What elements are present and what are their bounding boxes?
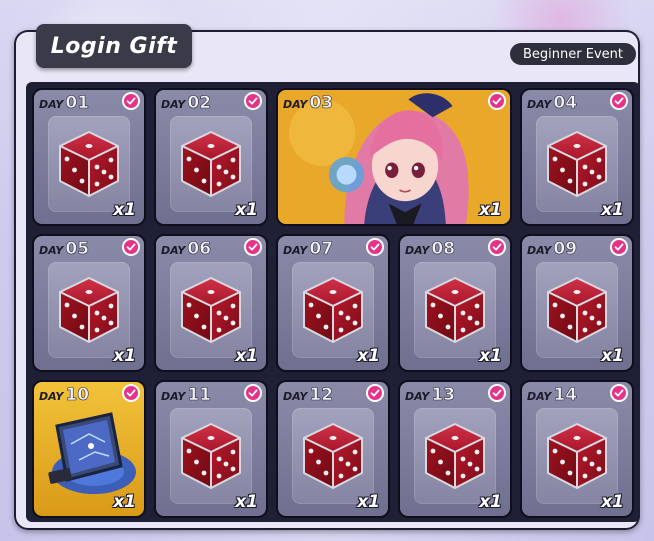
day-number: 10	[65, 385, 90, 406]
day-label: DAY 04	[527, 93, 578, 114]
day-word: DAY	[283, 244, 308, 257]
claimed-check-icon	[488, 238, 506, 256]
reward-quantity: x1	[235, 346, 258, 366]
day-label: DAY 13	[405, 385, 456, 406]
reward-quantity: x1	[601, 200, 624, 220]
claimed-check-icon	[610, 238, 628, 256]
reward-quantity: x1	[357, 346, 380, 366]
day-number: 05	[65, 239, 90, 260]
day-label: DAY 03	[283, 93, 334, 114]
day-word: DAY	[527, 98, 552, 111]
reward-quantity: x1	[113, 492, 136, 512]
day-label: DAY 12	[283, 385, 334, 406]
reward-tile-day-04[interactable]: DAY 04 x1	[520, 88, 634, 226]
red-dice-icon	[422, 421, 488, 491]
claimed-check-icon	[610, 92, 628, 110]
day-number: 01	[65, 93, 90, 114]
claimed-check-icon	[366, 384, 384, 402]
red-dice-icon	[422, 275, 488, 345]
day-word: DAY	[161, 98, 186, 111]
reward-tile-day-12[interactable]: DAY 12 x1	[276, 380, 390, 518]
day-word: DAY	[527, 390, 552, 403]
day-number: 11	[187, 385, 212, 406]
reward-tile-day-10[interactable]: DAY 10 x1	[32, 380, 146, 518]
day-word: DAY	[527, 244, 552, 257]
day-label: DAY 09	[527, 239, 578, 260]
reward-quantity: x1	[113, 200, 136, 220]
reward-quantity: x1	[113, 346, 136, 366]
red-dice-icon	[178, 421, 244, 491]
day-label: DAY 10	[39, 385, 90, 406]
day-number: 08	[431, 239, 456, 260]
claimed-check-icon	[122, 384, 140, 402]
day-word: DAY	[161, 244, 186, 257]
reward-tile-day-13[interactable]: DAY 13 x1	[398, 380, 512, 518]
day-label: DAY 07	[283, 239, 334, 260]
day-number: 06	[187, 239, 212, 260]
red-dice-icon	[300, 275, 366, 345]
claimed-check-icon	[488, 92, 506, 110]
panel-title: Login Gift	[36, 24, 192, 68]
event-badge: Beginner Event	[510, 43, 636, 65]
day-number: 07	[309, 239, 334, 260]
day-label: DAY 06	[161, 239, 212, 260]
reward-tile-day-09[interactable]: DAY 09 x1	[520, 234, 634, 372]
day-number: 09	[553, 239, 578, 260]
day-word: DAY	[161, 390, 186, 403]
red-dice-icon	[300, 421, 366, 491]
reward-tile-day-03[interactable]: DAY 03 x1	[276, 88, 512, 226]
reward-tile-day-02[interactable]: DAY 02 x1	[154, 88, 268, 226]
day-word: DAY	[405, 244, 430, 257]
day-label: DAY 01	[39, 93, 90, 114]
reward-quantity: x1	[235, 492, 258, 512]
reward-tile-day-08[interactable]: DAY 08 x1	[398, 234, 512, 372]
claimed-check-icon	[610, 384, 628, 402]
day-word: DAY	[39, 98, 64, 111]
day-label: DAY 08	[405, 239, 456, 260]
claimed-check-icon	[244, 384, 262, 402]
red-dice-icon	[178, 275, 244, 345]
day-word: DAY	[283, 98, 308, 111]
day-word: DAY	[283, 390, 308, 403]
reward-tile-day-01[interactable]: DAY 01 x1	[32, 88, 146, 226]
day-word: DAY	[39, 244, 64, 257]
reward-tile-day-07[interactable]: DAY 07 x1	[276, 234, 390, 372]
reward-quantity: x1	[479, 346, 502, 366]
red-dice-icon	[544, 275, 610, 345]
red-dice-icon	[56, 129, 122, 199]
red-dice-icon	[544, 421, 610, 491]
day-number: 14	[553, 385, 578, 406]
day-label: DAY 11	[161, 385, 212, 406]
day-number: 04	[553, 93, 578, 114]
reward-tile-day-11[interactable]: DAY 11 x1	[154, 380, 268, 518]
day-number: 13	[431, 385, 456, 406]
day-number: 12	[309, 385, 334, 406]
claimed-check-icon	[122, 238, 140, 256]
day-number: 03	[309, 93, 334, 114]
day-word: DAY	[405, 390, 430, 403]
day-label: DAY 05	[39, 239, 90, 260]
reward-quantity: x1	[601, 346, 624, 366]
blue-card-device-icon	[39, 404, 139, 504]
red-dice-icon	[56, 275, 122, 345]
claimed-check-icon	[366, 238, 384, 256]
claimed-check-icon	[122, 92, 140, 110]
day-number: 02	[187, 93, 212, 114]
reward-quantity: x1	[601, 492, 624, 512]
red-dice-icon	[178, 129, 244, 199]
reward-tile-day-05[interactable]: DAY 05 x1	[32, 234, 146, 372]
claimed-check-icon	[488, 384, 506, 402]
reward-tile-day-14[interactable]: DAY 14 x1	[520, 380, 634, 518]
day-word: DAY	[39, 390, 64, 403]
day-label: DAY 14	[527, 385, 578, 406]
reward-quantity: x1	[357, 492, 380, 512]
red-dice-icon	[544, 129, 610, 199]
reward-quantity: x1	[479, 492, 502, 512]
reward-quantity: x1	[235, 200, 258, 220]
claimed-check-icon	[244, 92, 262, 110]
day-label: DAY 02	[161, 93, 212, 114]
claimed-check-icon	[244, 238, 262, 256]
reward-tile-day-06[interactable]: DAY 06 x1	[154, 234, 268, 372]
reward-quantity: x1	[479, 200, 502, 220]
